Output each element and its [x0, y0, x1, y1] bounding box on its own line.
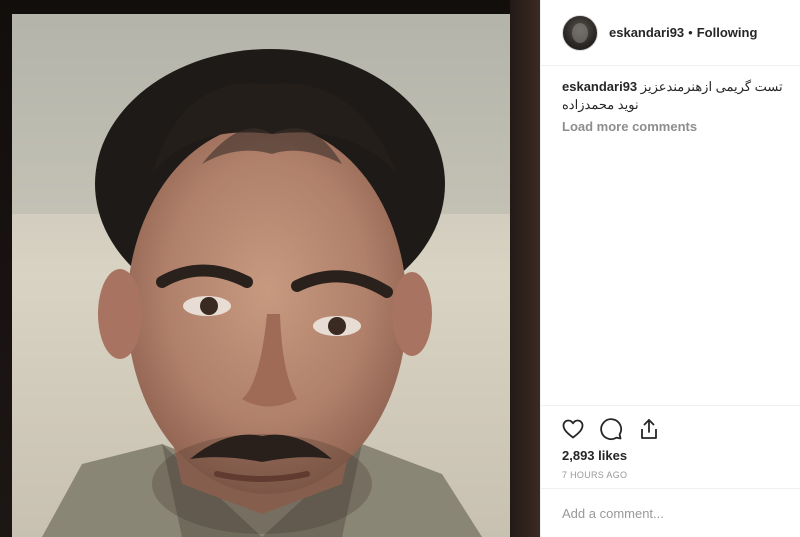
username-link[interactable]: eskandari93	[609, 25, 684, 40]
following-button[interactable]: Following	[697, 25, 758, 40]
comment-icon[interactable]	[599, 417, 623, 441]
heart-icon[interactable]	[561, 417, 585, 441]
add-comment-section	[541, 488, 800, 537]
action-icons	[561, 417, 661, 441]
share-icon[interactable]	[637, 417, 661, 441]
caption-username[interactable]: eskandari93	[562, 79, 637, 94]
post-header: eskandari93 • Following	[541, 0, 800, 66]
portrait-illustration	[12, 14, 510, 537]
post-media[interactable]	[0, 0, 540, 537]
likes-count[interactable]: 2,893 likes	[562, 448, 627, 463]
post-photo	[12, 14, 510, 537]
load-more-comments-button[interactable]: Load more comments	[562, 119, 697, 134]
comments-section: eskandari93 تست گریمی ازهنرمندعزیز نوید …	[562, 78, 794, 136]
comment-input[interactable]	[562, 505, 782, 521]
caption: eskandari93 تست گریمی ازهنرمندعزیز نوید …	[562, 78, 794, 114]
media-edge	[510, 0, 540, 537]
separator-dot: •	[688, 25, 693, 40]
avatar[interactable]	[562, 14, 598, 51]
post-side-panel: eskandari93 • Following eskandari93 تست …	[540, 0, 800, 537]
header-text: eskandari93 • Following	[609, 25, 757, 40]
post-timestamp[interactable]: 7 HOURS AGO	[562, 470, 627, 480]
